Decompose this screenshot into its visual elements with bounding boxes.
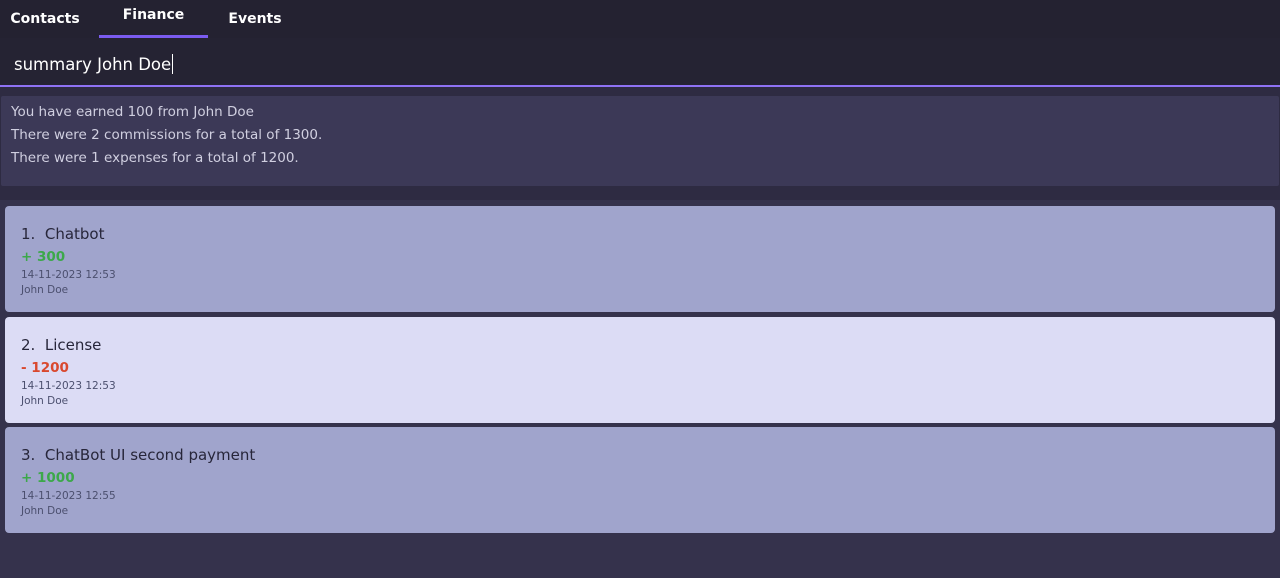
finance-card-amount: + 1000 (21, 470, 75, 486)
tab-finance-label: Finance (122, 7, 185, 23)
command-box[interactable]: summary John Doe (0, 38, 1280, 87)
finance-card-title: 2. License (21, 336, 101, 354)
finance-card-description: Chatbot (44, 225, 105, 243)
command-input[interactable]: summary John Doe (14, 54, 174, 74)
tab-bar: Contacts Finance Events (0, 0, 1280, 38)
finance-card-index: 3. (21, 446, 36, 464)
finance-card-index: 1. (21, 225, 36, 243)
finance-card[interactable]: 3. ChatBot UI second payment + 1000 14-1… (5, 427, 1275, 533)
result-line-earned: You have earned 100 from John Doe (11, 104, 254, 120)
finance-card-timestamp: 14-11-2023 12:53 (21, 380, 116, 392)
finance-card-title: 3. ChatBot UI second payment (21, 446, 255, 464)
finance-card-amount: + 300 (21, 249, 66, 265)
finance-card-client: John Doe (21, 284, 69, 296)
finance-card-index: 2. (21, 336, 36, 354)
finance-card-description: License (44, 336, 102, 354)
tab-contacts-label: Contacts (10, 11, 80, 27)
finance-list[interactable]: 1. Chatbot + 300 14-11-2023 12:53 John D… (0, 200, 1280, 578)
finance-card[interactable]: 1. Chatbot + 300 14-11-2023 12:53 John D… (5, 206, 1275, 312)
text-caret (172, 54, 174, 74)
result-line-expenses: There were 1 expenses for a total of 120… (11, 150, 299, 166)
command-input-value: summary John Doe (14, 55, 172, 74)
tab-finance[interactable]: Finance (99, 0, 208, 38)
result-display: You have earned 100 from John Doe There … (1, 96, 1279, 186)
finance-card-timestamp: 14-11-2023 12:55 (21, 490, 116, 502)
finance-card-amount: - 1200 (21, 360, 69, 376)
finance-card-timestamp: 14-11-2023 12:53 (21, 269, 116, 281)
finance-card[interactable]: 2. License - 1200 14-11-2023 12:53 John … (5, 317, 1275, 423)
tab-contacts[interactable]: Contacts (0, 0, 90, 38)
result-line-commissions: There were 2 commissions for a total of … (11, 127, 323, 143)
tab-events-label: Events (228, 11, 282, 27)
tab-events[interactable]: Events (210, 0, 300, 38)
finance-card-client: John Doe (21, 395, 69, 407)
finance-card-description: ChatBot UI second payment (44, 446, 256, 464)
finance-card-title: 1. Chatbot (21, 225, 105, 243)
finance-card-client: John Doe (21, 505, 69, 517)
